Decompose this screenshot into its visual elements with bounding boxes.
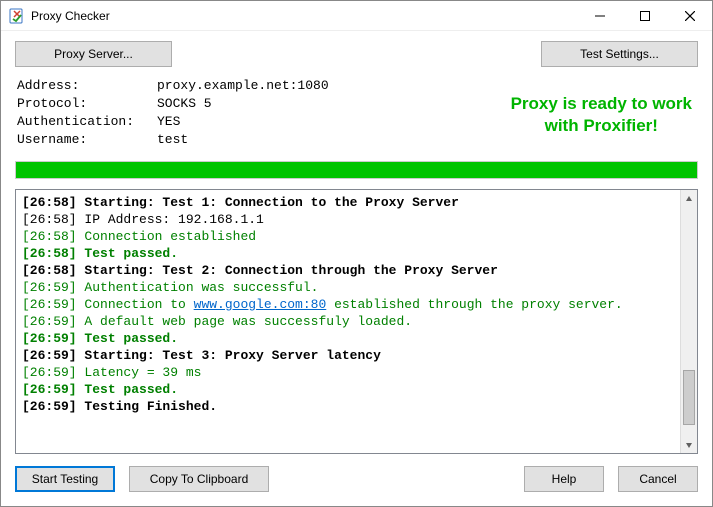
value-address: proxy.example.net:1080: [157, 77, 329, 95]
copy-clipboard-button[interactable]: Copy To Clipboard: [129, 466, 269, 492]
app-icon: [9, 8, 25, 24]
maximize-button[interactable]: [622, 1, 667, 30]
ready-banner: Proxy is ready to work with Proxifier!: [511, 93, 692, 137]
bottom-button-row: Start Testing Copy To Clipboard Help Can…: [15, 454, 698, 492]
cancel-button[interactable]: Cancel: [618, 466, 698, 492]
scroll-down-icon[interactable]: [681, 436, 697, 453]
window-controls: [577, 1, 712, 30]
scrollbar[interactable]: [680, 190, 697, 453]
log-output[interactable]: [26:58] Starting: Test 1: Connection to …: [16, 190, 680, 453]
top-button-row: Proxy Server... Test Settings...: [15, 41, 698, 67]
info-block: Address: proxy.example.net:1080 Protocol…: [15, 75, 698, 155]
proxy-server-button[interactable]: Proxy Server...: [15, 41, 172, 67]
close-button[interactable]: [667, 1, 712, 30]
minimize-button[interactable]: [577, 1, 622, 30]
progress-bar: [15, 161, 698, 179]
log-panel: [26:58] Starting: Test 1: Connection to …: [15, 189, 698, 454]
scroll-up-icon[interactable]: [681, 190, 697, 207]
ready-line2: with Proxifier!: [511, 115, 692, 137]
label-protocol: Protocol:: [17, 95, 157, 113]
help-button[interactable]: Help: [524, 466, 604, 492]
start-testing-button[interactable]: Start Testing: [15, 466, 115, 492]
label-address: Address:: [17, 77, 157, 95]
test-settings-button[interactable]: Test Settings...: [541, 41, 698, 67]
value-auth: YES: [157, 113, 180, 131]
label-auth: Authentication:: [17, 113, 157, 131]
value-username: test: [157, 131, 188, 149]
value-protocol: SOCKS 5: [157, 95, 212, 113]
ready-line1: Proxy is ready to work: [511, 93, 692, 115]
label-username: Username:: [17, 131, 157, 149]
titlebar: Proxy Checker: [1, 1, 712, 31]
window-title: Proxy Checker: [31, 9, 110, 23]
scroll-thumb[interactable]: [683, 370, 695, 425]
